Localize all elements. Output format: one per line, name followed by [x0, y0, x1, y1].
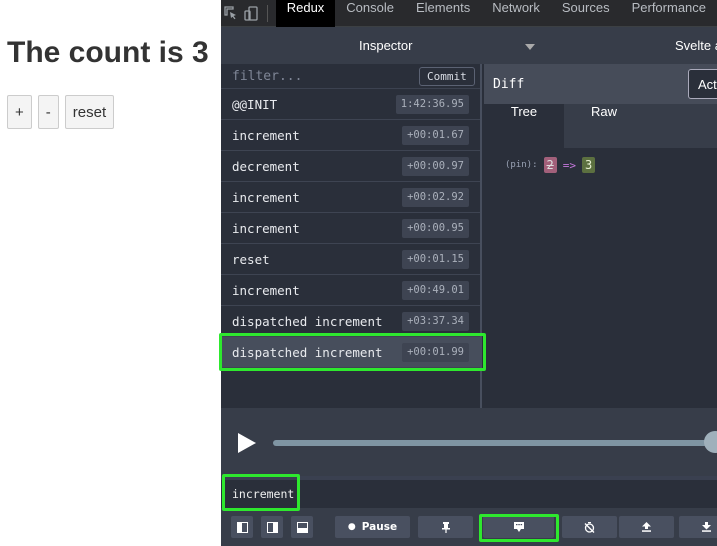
device-toolbar-icon[interactable]: [241, 0, 261, 27]
count-heading: The count is 3: [7, 36, 209, 69]
action-time-badge: +00:00.97: [402, 157, 469, 176]
action-row[interactable]: decrement +00:00.97: [221, 151, 480, 182]
tab-sources[interactable]: Sources: [551, 0, 621, 27]
action-row[interactable]: dispatched increment +00:01.99: [221, 337, 480, 368]
tab-separator: [266, 4, 268, 22]
instance-selector[interactable]: Svelte a: [675, 38, 717, 53]
diff-line: (pin): 2 => 3: [505, 157, 596, 173]
dock-left-button[interactable]: [231, 516, 253, 538]
reset-button[interactable]: reset: [64, 95, 115, 129]
time-travel-slider: [221, 408, 717, 476]
action-name: @@INIT: [232, 97, 278, 112]
action-name: increment: [232, 221, 300, 236]
action-name: dispatched increment: [232, 314, 383, 329]
action-row[interactable]: increment +00:00.95: [221, 213, 480, 244]
dispatcher: [221, 476, 717, 508]
timer-off-icon: [584, 521, 595, 533]
tab-tree[interactable]: Tree: [484, 104, 564, 148]
action-time-badge: +03:37.34: [402, 312, 469, 331]
action-time-badge: +00:01.67: [402, 126, 469, 145]
increment-button[interactable]: +: [7, 95, 32, 129]
keyboard-icon: [513, 522, 524, 532]
tab-network[interactable]: Network: [481, 0, 551, 27]
action-list: Commit @@INIT 1:42:36.95 increment +00:01.6…: [221, 64, 482, 408]
action-row[interactable]: increment +00:02.92: [221, 182, 480, 213]
action-name: increment: [232, 128, 300, 143]
play-icon[interactable]: [238, 433, 256, 453]
devtools-panel: Redux Console Elements Network Sources P…: [221, 0, 717, 546]
decrement-button[interactable]: -: [37, 95, 59, 129]
action-row[interactable]: @@INIT 1:42:36.95: [221, 89, 480, 120]
dock-right-icon: [266, 521, 278, 533]
action-time-badge: +00:49.01: [402, 281, 469, 300]
diff-header: Diff Act: [484, 64, 717, 104]
pause-icon: ●: [347, 521, 356, 532]
import-button[interactable]: [679, 516, 717, 538]
commit-button[interactable]: Commit: [419, 67, 475, 86]
action-time-badge: +00:00.95: [402, 219, 469, 238]
diff-new-value: 3: [582, 157, 596, 173]
download-icon: [702, 522, 711, 532]
monitor-bar: Inspector Svelte a: [221, 27, 717, 64]
action-time-badge: +00:02.92: [402, 188, 469, 207]
action-row[interactable]: reset +00:01.15: [221, 244, 480, 275]
dispatch-input[interactable]: [221, 480, 717, 508]
diff-panel: Diff Act Tree Raw (pin): 2 => 3: [484, 64, 717, 408]
diff-key: (pin):: [505, 160, 538, 170]
action-row[interactable]: dispatched increment +03:37.34: [221, 306, 480, 337]
action-name: decrement: [232, 159, 300, 174]
inspect-element-icon[interactable]: [221, 0, 241, 27]
pause-label: Pause: [361, 521, 398, 533]
action-time-badge: 1:42:36.95: [395, 95, 469, 114]
tab-performance[interactable]: Performance: [621, 0, 717, 27]
tab-elements[interactable]: Elements: [405, 0, 481, 27]
action-tab-button[interactable]: Act: [688, 69, 717, 99]
devtools-tab-bar: Redux Console Elements Network Sources P…: [221, 0, 717, 27]
counter-buttons: + - reset: [7, 95, 115, 129]
persist-button[interactable]: [418, 516, 473, 538]
dispatcher-toggle-button[interactable]: [483, 516, 554, 538]
dock-right-button[interactable]: [261, 516, 283, 538]
action-time-badge: +00:01.99: [402, 343, 469, 362]
chevron-down-icon[interactable]: [525, 44, 535, 50]
diff-old-value: 2: [543, 157, 557, 173]
inspector-dropdown[interactable]: Inspector: [359, 38, 412, 53]
lock-changes-button[interactable]: [562, 516, 617, 538]
action-name: dispatched increment: [232, 345, 383, 360]
action-time-badge: +00:01.15: [402, 250, 469, 269]
pin-icon: [441, 521, 450, 533]
pause-button[interactable]: ● Pause: [335, 516, 410, 538]
dock-left-icon: [236, 521, 248, 533]
tab-raw[interactable]: Raw: [564, 104, 644, 148]
action-row[interactable]: increment +00:01.67: [221, 120, 480, 151]
action-filter-bar: Commit: [221, 64, 480, 89]
export-button[interactable]: [619, 516, 674, 538]
dock-bottom-button[interactable]: [291, 516, 313, 538]
tab-redux[interactable]: Redux: [275, 0, 336, 27]
diff-title: Diff: [493, 77, 525, 92]
bottom-toolbar: ● Pause: [221, 508, 717, 546]
action-name: increment: [232, 283, 300, 298]
action-name: increment: [232, 190, 300, 205]
diff-arrow: =>: [562, 158, 576, 172]
filter-input[interactable]: [221, 64, 411, 88]
action-name: reset: [232, 252, 270, 267]
upload-icon: [642, 522, 651, 532]
dock-bottom-icon: [296, 521, 308, 533]
slider-track[interactable]: [273, 440, 717, 446]
diff-view-tabs: Tree Raw: [484, 104, 717, 148]
tab-console[interactable]: Console: [335, 0, 405, 27]
action-row[interactable]: increment +00:49.01: [221, 275, 480, 306]
counter-app: The count is 3 + - reset: [0, 0, 221, 546]
slider-handle[interactable]: [704, 431, 717, 453]
action-rows: @@INIT 1:42:36.95 increment +00:01.67 decrem…: [221, 89, 480, 368]
